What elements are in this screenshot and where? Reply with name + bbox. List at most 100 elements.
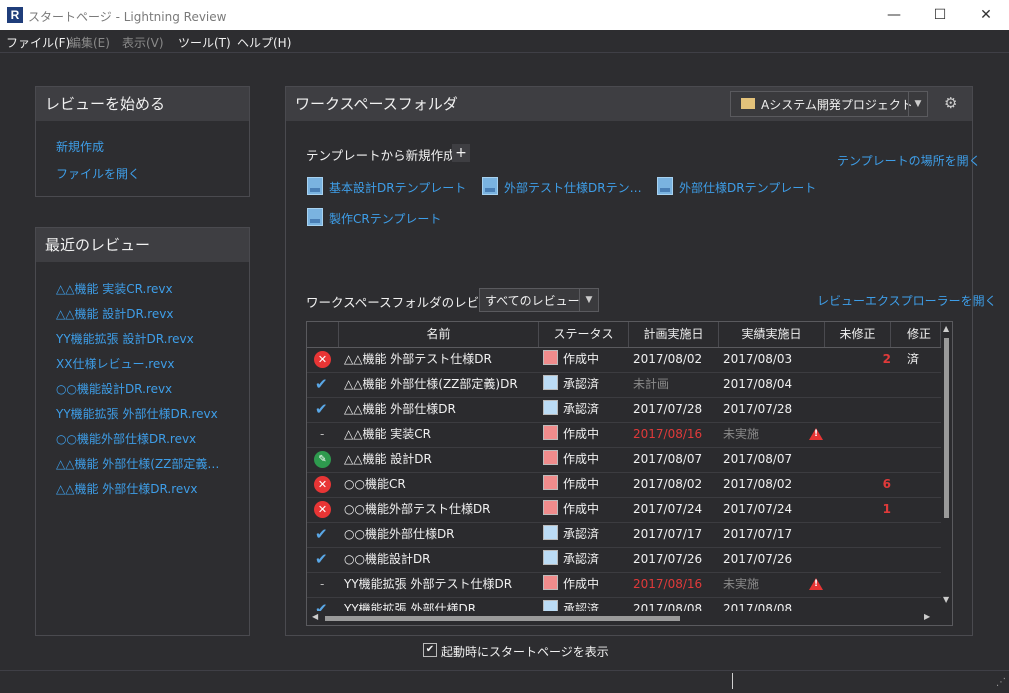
window-title: スタートページ - Lightning Review [28,10,227,24]
add-template-button[interactable]: + [452,144,470,162]
recent-review-link[interactable]: △△機能 外部仕様(ZZ部定義… [56,455,219,472]
review-filter-value: すべてのレビュー [485,294,580,308]
approved-check-icon: ✔ [315,400,328,418]
status-color-swatch [543,525,558,540]
new-review-link[interactable]: 新規作成 [56,138,104,155]
review-name-cell: ○○機能設計DR [344,552,431,566]
template-file-icon [307,208,323,226]
table-row[interactable]: ✕ ○○機能CR 作成中 2017/08/02 2017/08/02 6 [307,472,941,498]
template-file-icon [482,177,498,195]
actual-date-cell: 2017/07/26 [723,552,793,566]
close-button[interactable]: ✕ [963,0,1009,30]
status-color-swatch [543,475,558,490]
scroll-left-icon[interactable]: ◀ [312,612,318,621]
recent-review-link[interactable]: △△機能 設計DR.revx [56,305,174,322]
status-cell: 承認済 [543,522,627,547]
scroll-right-icon[interactable]: ▶ [924,612,930,621]
table-row[interactable]: ✔ △△機能 外部仕様DR 承認済 2017/07/28 2017/07/28 [307,397,941,423]
open-template-location-link[interactable]: テンプレートの場所を開く [837,152,981,169]
table-row[interactable]: ✕ △△機能 外部テスト仕様DR 作成中 2017/08/02 2017/08/03 2 [307,347,941,373]
status-label: 作成中 [563,477,600,491]
horizontal-scrollbar[interactable]: ◀ ▶ [307,611,941,625]
column-header-unfixed[interactable]: 未修正 [825,322,891,347]
column-header-name[interactable]: 名前 [339,322,539,347]
table-row[interactable]: - △△機能 実装CR 作成中 2017/08/16 未実施 [307,422,941,448]
template-link-production-cr[interactable]: 製作CRテンプレート [329,210,441,227]
planned-date-cell: 2017/07/17 [633,527,703,541]
status-color-swatch [543,500,558,515]
project-select[interactable]: Aシステム開発プロジェクト ▼ [730,91,928,117]
menu-tools[interactable]: ツール(T) [178,34,231,51]
status-cell: 作成中 [543,347,627,372]
recent-review-link[interactable]: YY機能拡張 外部仕様DR.revx [56,405,218,422]
template-link-basic-design[interactable]: 基本設計DRテンプレート [329,179,466,196]
unfixed-count-cell [827,447,891,472]
template-file-icon [307,177,323,195]
scroll-down-icon[interactable]: ▼ [943,595,949,604]
status-cell: 作成中 [543,447,627,472]
planned-date-cell: 2017/08/16 [633,577,703,591]
status-label: 承認済 [563,377,600,391]
status-label: 作成中 [563,427,600,441]
status-cell: 作成中 [543,572,627,597]
settings-gear-icon[interactable]: ⚙ [944,94,957,112]
status-cell: 承認済 [543,372,627,397]
minimize-button[interactable]: — [871,0,917,30]
menu-file[interactable]: ファイル(F) [6,34,70,51]
review-filter-select[interactable]: すべてのレビュー ▼ [479,288,599,312]
table-row[interactable]: ✎ △△機能 設計DR 作成中 2017/08/07 2017/08/07 [307,447,941,473]
menu-edit[interactable]: 編集(E) [69,34,110,51]
planned-date-cell: 2017/08/16 [633,427,703,441]
status-cell: 作成中 [543,472,627,497]
status-label: 作成中 [563,577,600,591]
recent-review-link[interactable]: △△機能 実装CR.revx [56,280,173,297]
actual-date-cell: 2017/08/07 [723,452,793,466]
vertical-scroll-thumb[interactable] [944,338,949,518]
status-color-swatch [543,400,558,415]
horizontal-scroll-thumb[interactable] [325,616,680,621]
table-row[interactable]: - YY機能拡張 外部テスト仕様DR 作成中 2017/08/16 未実施 [307,572,941,598]
column-header-actual-date[interactable]: 実績実施日 [719,322,825,347]
menu-bar: ファイル(F) 編集(E) 表示(V) ツール(T) ヘルプ(H) [0,30,1009,53]
column-header-fixed[interactable]: 修正済 [891,322,941,366]
menu-view[interactable]: 表示(V) [122,34,164,51]
planned-date-cell: 2017/07/24 [633,502,703,516]
column-header-planned-date[interactable]: 計画実施日 [629,322,719,347]
status-cell: 作成中 [543,422,627,447]
column-header-icon[interactable] [307,322,339,347]
approved-check-icon: ✔ [315,550,328,568]
show-on-startup-checkbox[interactable]: ✔ [423,643,437,657]
vertical-scrollbar[interactable]: ▲ ▼ [941,322,952,625]
status-label: 承認済 [563,527,600,541]
resize-grip-icon[interactable]: ⋰ [996,677,1006,688]
open-file-link[interactable]: ファイルを開く [56,165,140,182]
review-name-cell: ○○機能外部テスト仕様DR [344,502,491,516]
status-label: 作成中 [563,352,600,366]
open-review-explorer-link[interactable]: レビューエクスプローラーを開く [817,292,997,309]
status-color-swatch [543,425,558,440]
template-link-external-spec[interactable]: 外部仕様DRテンプレート [679,179,816,196]
template-link-external-test[interactable]: 外部テスト仕様DRテン… [504,179,642,196]
column-header-status[interactable]: ステータス [539,322,629,347]
warning-icon [809,428,823,440]
editing-pen-icon: ✎ [314,451,331,468]
review-name-cell: △△機能 外部仕様(ZZ部定義)DR [344,377,518,391]
menu-help[interactable]: ヘルプ(H) [237,34,291,51]
reviews-table: 名前 ステータス 計画実施日 実績実施日 未修正 修正済 ✕ △△機能 外部テスト… [306,321,953,626]
maximize-button[interactable]: ☐ [917,0,963,30]
review-name-cell: YY機能拡張 外部テスト仕様DR [344,577,513,591]
actual-date-cell: 未実施 [723,577,760,591]
recent-review-link[interactable]: ○○機能外部仕様DR.revx [56,430,196,447]
recent-reviews-title: 最近のレビュー [36,228,249,262]
chevron-down-icon: ▼ [579,289,598,311]
table-row[interactable]: ✔ ○○機能外部仕様DR 承認済 2017/07/17 2017/07/17 [307,522,941,548]
table-row[interactable]: ✕ ○○機能外部テスト仕様DR 作成中 2017/07/24 2017/07/24 1 [307,497,941,523]
recent-review-link[interactable]: ○○機能設計DR.revx [56,380,172,397]
scroll-up-icon[interactable]: ▲ [943,324,949,333]
table-row[interactable]: ✔ ○○機能設計DR 承認済 2017/07/26 2017/07/26 [307,547,941,573]
recent-review-link[interactable]: YY機能拡張 設計DR.revx [56,330,194,347]
recent-review-link[interactable]: △△機能 外部仕様DR.revx [56,480,198,497]
table-row[interactable]: ✔ △△機能 外部仕様(ZZ部定義)DR 承認済 未計画 2017/08/04 [307,372,941,398]
recent-review-link[interactable]: XX仕様レビュー.revx [56,355,175,372]
warning-icon [809,578,823,590]
